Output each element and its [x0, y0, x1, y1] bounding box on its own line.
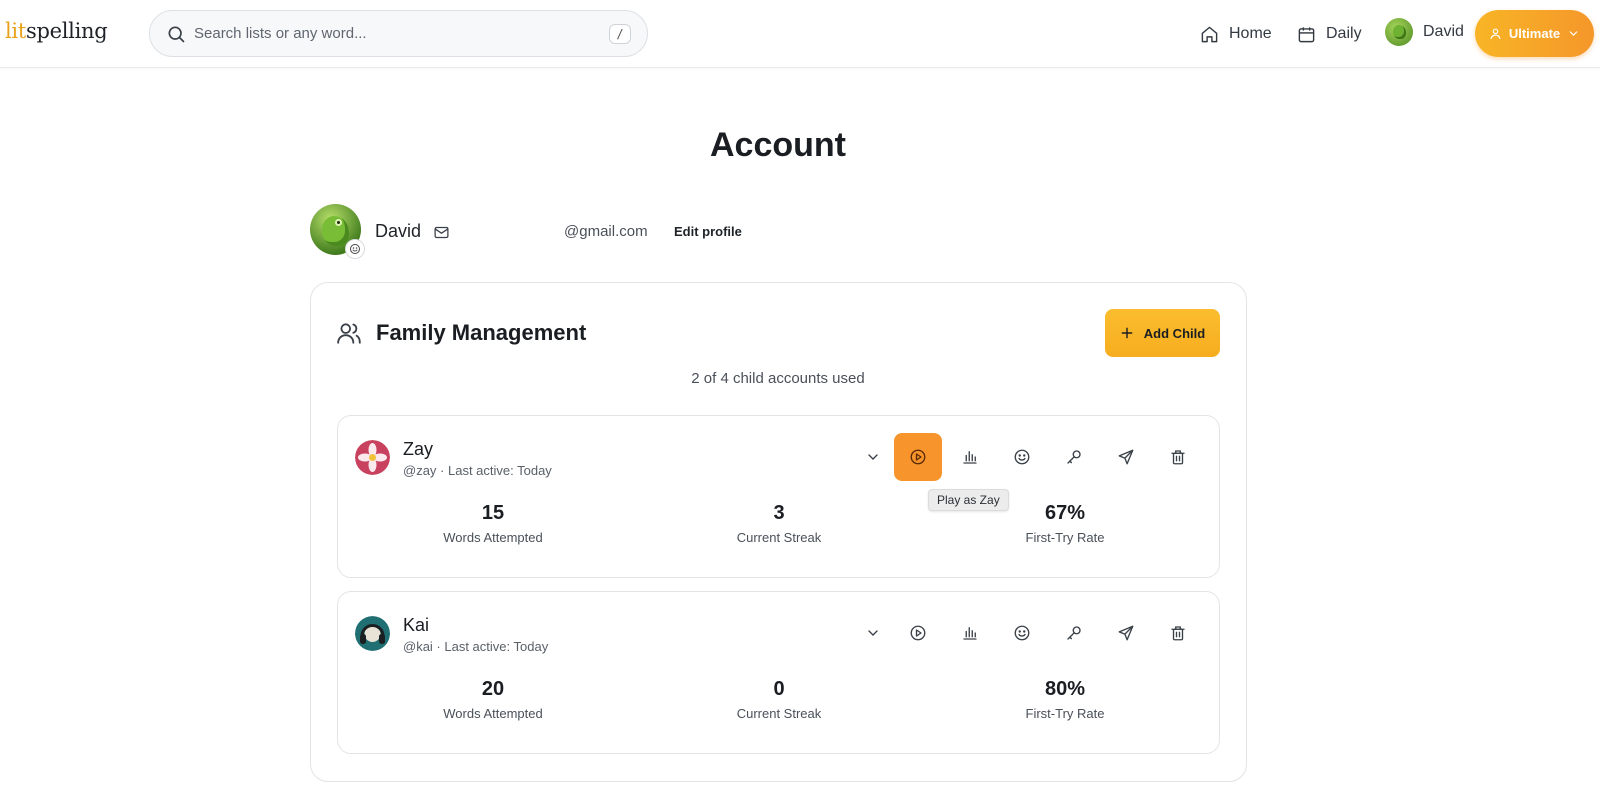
send-invite-button[interactable] [1102, 609, 1150, 657]
top-bar: litspelling Search lists or any word... … [0, 0, 1600, 68]
stat-words-attempted: 15 Words Attempted [393, 502, 593, 545]
nav-user-menu[interactable]: David [1385, 18, 1464, 46]
logo-spelling: spelling [25, 19, 108, 43]
password-button[interactable] [1050, 433, 1098, 481]
key-icon [1067, 626, 1081, 640]
stat-label: First-Try Rate [1025, 706, 1105, 721]
nav-daily-label: Daily [1326, 25, 1362, 42]
stats-button[interactable] [946, 609, 994, 657]
nav-home[interactable]: Home [1200, 21, 1272, 47]
send-icon [1118, 449, 1134, 465]
logo-lit: lit [5, 19, 26, 43]
stat-current-streak: 3 Current Streak [679, 502, 879, 545]
profile-name: David [375, 221, 422, 241]
stat-value: 3 [773, 502, 785, 524]
key-icon [1067, 450, 1081, 464]
bar-chart-icon [963, 451, 977, 464]
child-name: Kai [403, 615, 430, 635]
search-icon [168, 26, 185, 43]
stat-label: First-Try Rate [1025, 530, 1105, 545]
headphones-avatar-image [355, 616, 390, 651]
play-icon [910, 625, 926, 641]
smiley-icon [350, 244, 360, 254]
child-name: Zay [403, 439, 434, 459]
add-child-button[interactable]: Add Child [1105, 309, 1220, 357]
user-icon [1490, 28, 1501, 39]
avatar-button[interactable] [998, 433, 1046, 481]
stat-words-attempted: 20 Words Attempted [393, 678, 593, 721]
add-child-label: Add Child [1143, 325, 1206, 341]
stat-value: 15 [481, 502, 505, 524]
logo[interactable]: litspelling [5, 19, 108, 43]
play-icon [910, 449, 926, 465]
profile-email: @gmail.com [564, 223, 648, 240]
stats-button[interactable] [946, 433, 994, 481]
chevron-down-icon [1569, 31, 1578, 36]
send-invite-button[interactable] [1102, 433, 1150, 481]
flower-avatar-image [355, 440, 390, 475]
frog-eye [335, 219, 342, 226]
smiley-icon [1014, 449, 1030, 465]
stat-first-try-rate: 67% First-Try Rate [965, 502, 1165, 545]
password-button[interactable] [1050, 609, 1098, 657]
edit-profile-link[interactable]: Edit profile [674, 224, 742, 239]
avatar [1385, 18, 1413, 46]
nav-home-label: Home [1229, 25, 1272, 42]
stat-value: 0 [773, 678, 785, 700]
child-avatar-zay[interactable] [355, 440, 390, 475]
stat-label: Current Streak [736, 530, 822, 545]
home-icon [1201, 26, 1218, 42]
expand-chevron-down-icon[interactable] [865, 449, 881, 465]
stat-label: Words Attempted [443, 706, 543, 721]
child-card-kai: Kai @kai · Last active: Today 20 Words A… [337, 591, 1220, 754]
change-avatar-badge[interactable] [345, 239, 365, 259]
avatar-button[interactable] [998, 609, 1046, 657]
trash-icon [1171, 450, 1185, 465]
accounts-used-text: 2 of 4 child accounts used [691, 370, 865, 387]
play-as-child-button[interactable] [894, 433, 942, 481]
search-box[interactable]: Search lists or any word... / [149, 10, 648, 57]
send-icon [1118, 625, 1134, 641]
search-shortcut-hint: / [609, 24, 631, 44]
stat-value: 20 [481, 678, 505, 700]
nav-daily[interactable]: Daily [1297, 21, 1362, 47]
child-status: @zay · Last active: Today [403, 463, 552, 478]
child-avatar-kai[interactable] [355, 616, 390, 651]
stat-current-streak: 0 Current Streak [679, 678, 879, 721]
plus-icon [1121, 327, 1133, 339]
bar-chart-icon [963, 627, 977, 640]
stat-value: 67% [1044, 502, 1086, 524]
trash-icon [1171, 626, 1185, 641]
nav-user-name: David [1423, 23, 1464, 40]
plan-menu-button[interactable]: Ultimate [1475, 10, 1594, 57]
mail-icon [434, 226, 449, 239]
smiley-icon [1014, 625, 1030, 641]
child-status: @kai · Last active: Today [403, 639, 549, 654]
search-input[interactable]: Search lists or any word... [194, 25, 367, 42]
play-as-child-button[interactable] [894, 609, 942, 657]
users-icon [337, 323, 361, 344]
stat-label: Words Attempted [443, 530, 543, 545]
family-title: Family Management [376, 320, 587, 345]
delete-child-button[interactable] [1154, 609, 1202, 657]
stat-value: 80% [1044, 678, 1086, 700]
child-card-zay: Zay @zay · Last active: Today Play as Za… [337, 415, 1220, 578]
delete-child-button[interactable] [1154, 433, 1202, 481]
stat-label: Current Streak [736, 706, 822, 721]
calendar-icon [1298, 26, 1315, 42]
plan-label: Ultimate [1508, 26, 1561, 41]
page-title: Account [710, 126, 846, 164]
expand-chevron-down-icon[interactable] [865, 625, 881, 641]
stat-first-try-rate: 80% First-Try Rate [965, 678, 1165, 721]
